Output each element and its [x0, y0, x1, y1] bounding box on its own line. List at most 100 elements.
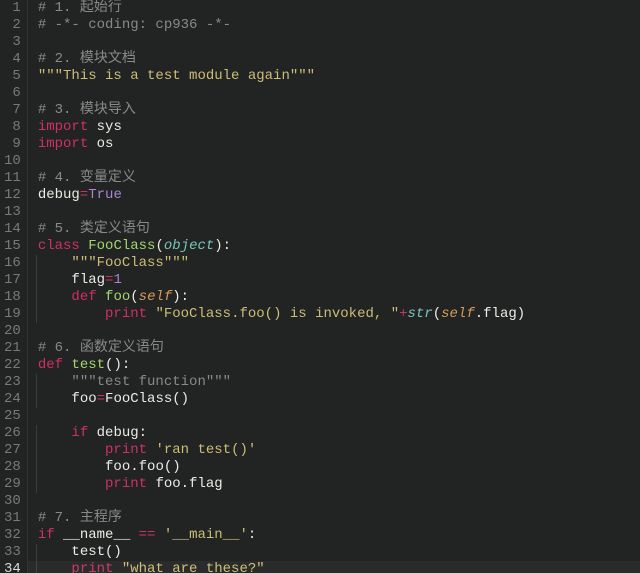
code-token: # 4. 变量定义 [38, 170, 136, 186]
code-token: self [139, 289, 173, 305]
line-number[interactable]: 9 [4, 136, 21, 153]
line-number[interactable]: 17 [4, 272, 21, 289]
code-line[interactable]: """test function""" [38, 374, 525, 391]
code-line[interactable]: print foo.flag [38, 476, 525, 493]
code-line[interactable] [38, 493, 525, 510]
line-number[interactable]: 26 [4, 425, 21, 442]
line-number[interactable]: 32 [4, 527, 21, 544]
code-token: foo.flag [147, 476, 223, 492]
code-line[interactable]: import os [38, 136, 525, 153]
code-token: def [71, 289, 96, 305]
code-line[interactable]: # 1. 起始行 [38, 0, 525, 17]
code-token: """This is a test module again""" [38, 68, 315, 84]
line-number-gutter[interactable]: 1234567891011121314151617181920212223242… [0, 0, 28, 573]
code-token: foo [105, 289, 130, 305]
code-token: debug [38, 187, 80, 203]
code-line[interactable]: import sys [38, 119, 525, 136]
code-token: sys [88, 119, 122, 135]
code-line[interactable]: # 2. 模块文档 [38, 51, 525, 68]
code-token: test() [71, 544, 121, 560]
line-number[interactable]: 24 [4, 391, 21, 408]
code-line[interactable]: # 4. 变量定义 [38, 170, 525, 187]
line-number[interactable]: 1 [4, 0, 21, 17]
code-line[interactable]: print "what are these?" [38, 561, 525, 573]
code-area[interactable]: # 1. 起始行# -*- coding: cp936 -*- # 2. 模块文档… [28, 0, 525, 573]
line-number[interactable]: 14 [4, 221, 21, 238]
code-line[interactable] [38, 323, 525, 340]
code-token: # 3. 模块导入 [38, 102, 136, 118]
line-number[interactable]: 3 [4, 34, 21, 51]
line-number[interactable]: 2 [4, 17, 21, 34]
line-number[interactable]: 5 [4, 68, 21, 85]
code-line[interactable]: if debug: [38, 425, 525, 442]
line-number[interactable]: 20 [4, 323, 21, 340]
code-line[interactable]: flag=1 [38, 272, 525, 289]
code-line[interactable]: if __name__ == '__main__': [38, 527, 525, 544]
code-token: # 7. 主程序 [38, 510, 122, 526]
code-token: class [38, 238, 80, 254]
code-token: foo.foo() [105, 459, 181, 475]
line-number[interactable]: 21 [4, 340, 21, 357]
line-number[interactable]: 13 [4, 204, 21, 221]
code-token: # 2. 模块文档 [38, 51, 136, 67]
line-number[interactable]: 12 [4, 187, 21, 204]
code-token: """FooClass""" [71, 255, 189, 271]
line-number[interactable]: 34 [4, 561, 21, 573]
code-token: 1 [113, 272, 121, 288]
code-token: == [139, 527, 156, 543]
line-number[interactable]: 27 [4, 442, 21, 459]
code-line[interactable]: debug=True [38, 187, 525, 204]
code-line[interactable]: # 3. 模块导入 [38, 102, 525, 119]
code-token: print [105, 442, 147, 458]
code-line[interactable]: # 7. 主程序 [38, 510, 525, 527]
line-number[interactable]: 4 [4, 51, 21, 68]
code-token: str [408, 306, 433, 322]
line-number[interactable]: 25 [4, 408, 21, 425]
code-line[interactable] [38, 204, 525, 221]
code-line[interactable]: foo=FooClass() [38, 391, 525, 408]
code-line[interactable]: foo.foo() [38, 459, 525, 476]
line-number[interactable]: 10 [4, 153, 21, 170]
line-number[interactable]: 28 [4, 459, 21, 476]
code-line[interactable] [38, 85, 525, 102]
line-number[interactable]: 23 [4, 374, 21, 391]
code-token: ): [172, 289, 189, 305]
code-token: + [399, 306, 407, 322]
line-number[interactable]: 8 [4, 119, 21, 136]
code-token: __name__ [55, 527, 139, 543]
code-token: FooClass [88, 238, 155, 254]
line-number[interactable]: 11 [4, 170, 21, 187]
line-number[interactable]: 33 [4, 544, 21, 561]
line-number[interactable]: 16 [4, 255, 21, 272]
line-number[interactable]: 31 [4, 510, 21, 527]
code-editor[interactable]: 1234567891011121314151617181920212223242… [0, 0, 640, 573]
line-number[interactable]: 6 [4, 85, 21, 102]
code-line[interactable] [38, 34, 525, 51]
code-line[interactable]: # -*- coding: cp936 -*- [38, 17, 525, 34]
code-token [80, 238, 88, 254]
line-number[interactable]: 29 [4, 476, 21, 493]
code-token: ): [214, 238, 231, 254]
line-number[interactable]: 7 [4, 102, 21, 119]
code-token: print [105, 476, 147, 492]
code-token: import [38, 119, 88, 135]
code-token: # 1. 起始行 [38, 0, 122, 16]
line-number[interactable]: 19 [4, 306, 21, 323]
line-number[interactable]: 18 [4, 289, 21, 306]
code-line[interactable]: def foo(self): [38, 289, 525, 306]
code-line[interactable]: """This is a test module again""" [38, 68, 525, 85]
code-line[interactable]: """FooClass""" [38, 255, 525, 272]
code-line[interactable] [38, 408, 525, 425]
line-number[interactable]: 30 [4, 493, 21, 510]
line-number[interactable]: 15 [4, 238, 21, 255]
code-line[interactable]: print 'ran test()' [38, 442, 525, 459]
code-line[interactable]: test() [38, 544, 525, 561]
code-line[interactable]: # 5. 类定义语句 [38, 221, 525, 238]
code-line[interactable]: def test(): [38, 357, 525, 374]
line-number[interactable]: 22 [4, 357, 21, 374]
code-line[interactable]: # 6. 函数定义语句 [38, 340, 525, 357]
code-line[interactable] [38, 153, 525, 170]
code-line[interactable]: print "FooClass.foo() is invoked, "+str(… [38, 306, 525, 323]
code-token: if [71, 425, 88, 441]
code-line[interactable]: class FooClass(object): [38, 238, 525, 255]
